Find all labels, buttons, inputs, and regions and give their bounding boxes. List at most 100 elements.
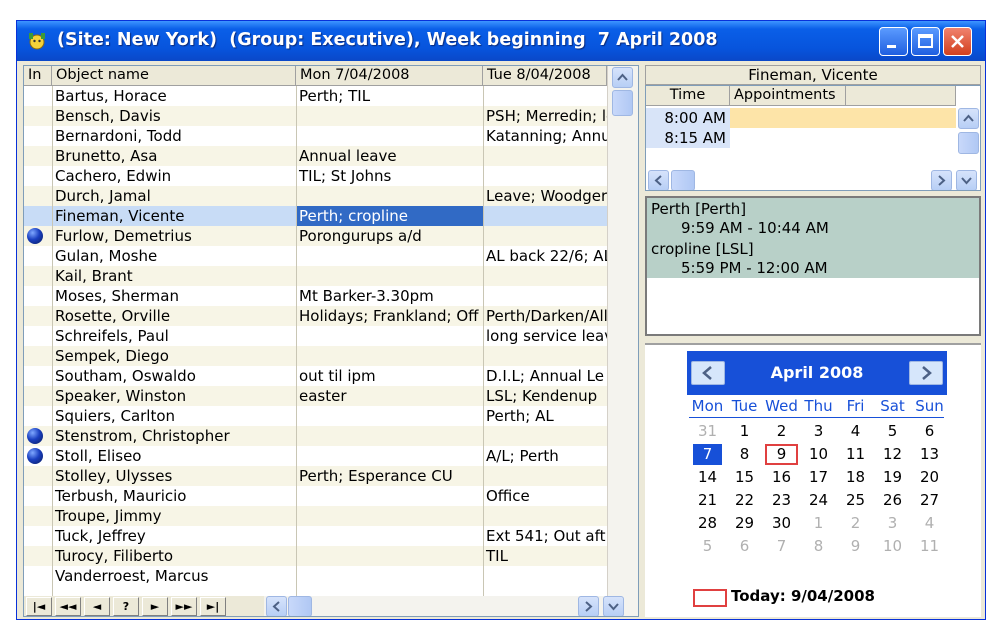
- table-row[interactable]: Cachero, Edwin TIL; St Johns: [24, 166, 607, 186]
- calendar-day[interactable]: 3: [874, 513, 911, 534]
- table-row[interactable]: Stenstrom, Christopher: [24, 426, 607, 446]
- calendar-day[interactable]: 25: [837, 490, 874, 511]
- next-page-button[interactable]: ►►: [171, 597, 197, 616]
- calendar-day[interactable]: 4: [911, 513, 948, 534]
- monday-cell[interactable]: [296, 426, 483, 446]
- column-header-time[interactable]: Time: [646, 86, 730, 106]
- calendar-day[interactable]: 9: [763, 444, 800, 465]
- calendar-day[interactable]: 16: [763, 467, 800, 488]
- in-status-cell[interactable]: [24, 266, 52, 286]
- table-row[interactable]: Bernardoni, Todd Katanning; Annu: [24, 126, 607, 146]
- tuesday-cell[interactable]: [483, 166, 607, 186]
- object-name-cell[interactable]: Tuck, Jeffrey: [52, 526, 296, 546]
- table-row[interactable]: Bartus, Horace Perth; TIL: [24, 86, 607, 106]
- in-status-cell[interactable]: [24, 446, 52, 466]
- calendar-day[interactable]: 9: [837, 536, 874, 557]
- in-status-cell[interactable]: [24, 86, 52, 106]
- object-name-cell[interactable]: Gulan, Moshe: [52, 246, 296, 266]
- table-row[interactable]: Rosette, Orville Holidays; Frankland; Off…: [24, 306, 607, 326]
- in-status-cell[interactable]: [24, 426, 52, 446]
- column-header-monday[interactable]: Mon 7/04/2008: [296, 66, 483, 86]
- schedule-scroll-right-button[interactable]: [931, 170, 952, 190]
- schedule-scroll-down-button[interactable]: [956, 170, 977, 190]
- calendar-day[interactable]: 15: [726, 467, 763, 488]
- in-status-cell[interactable]: [24, 226, 52, 246]
- table-row[interactable]: Stoll, Eliseo A/L; Perth: [24, 446, 607, 466]
- table-row[interactable]: Turocy, Filiberto TIL: [24, 546, 607, 566]
- tuesday-cell[interactable]: TIL: [483, 546, 607, 566]
- calendar-day[interactable]: 8: [726, 444, 763, 465]
- scroll-up-button[interactable]: [612, 67, 633, 88]
- table-row[interactable]: Bensch, Davis PSH; Merredin; le: [24, 106, 607, 126]
- object-name-cell[interactable]: Bernardoni, Todd: [52, 126, 296, 146]
- column-header-in[interactable]: In: [24, 66, 52, 86]
- table-row[interactable]: Schreifels, Paul long service leav: [24, 326, 607, 346]
- calendar-day[interactable]: 1: [800, 513, 837, 534]
- table-row[interactable]: Stolley, Ulysses Perth; Esperance CU: [24, 466, 607, 486]
- table-row[interactable]: Fineman, Vicente Perth; cropline: [24, 206, 607, 226]
- monday-cell[interactable]: Porongurups a/d: [296, 226, 483, 246]
- monday-cell[interactable]: [296, 346, 483, 366]
- in-status-cell[interactable]: [24, 326, 52, 346]
- monday-cell[interactable]: out til ipm: [296, 366, 483, 386]
- calendar-day[interactable]: 21: [689, 490, 726, 511]
- calendar-day[interactable]: 7: [689, 444, 726, 465]
- in-status-cell[interactable]: [24, 286, 52, 306]
- scroll-down-button[interactable]: [603, 596, 624, 616]
- tuesday-cell[interactable]: [483, 146, 607, 166]
- calendar-day[interactable]: 12: [874, 444, 911, 465]
- tuesday-cell[interactable]: [483, 506, 607, 526]
- tuesday-cell[interactable]: LSL; Kendenup: [483, 386, 607, 406]
- monday-cell[interactable]: Perth; Esperance CU: [296, 466, 483, 486]
- calendar-day[interactable]: 2: [837, 513, 874, 534]
- calendar-day[interactable]: 27: [911, 490, 948, 511]
- calendar-day[interactable]: 23: [763, 490, 800, 511]
- tuesday-cell[interactable]: PSH; Merredin; le: [483, 106, 607, 126]
- object-name-cell[interactable]: Rosette, Orville: [52, 306, 296, 326]
- calendar-day[interactable]: 5: [689, 536, 726, 557]
- scroll-right-button[interactable]: [578, 596, 599, 616]
- schedule-scroll-thumb[interactable]: [958, 132, 979, 154]
- appointment-item[interactable]: cropline [LSL] 5:59 PM - 12:00 AM: [647, 238, 979, 278]
- object-name-cell[interactable]: Terbush, Mauricio: [52, 486, 296, 506]
- tuesday-cell[interactable]: [483, 466, 607, 486]
- calendar-day[interactable]: 17: [800, 467, 837, 488]
- in-status-cell[interactable]: [24, 366, 52, 386]
- previous-page-button[interactable]: ◄◄: [55, 597, 81, 616]
- object-name-cell[interactable]: Bensch, Davis: [52, 106, 296, 126]
- object-name-cell[interactable]: Fineman, Vicente: [52, 206, 296, 226]
- schedule-scroll-up-button[interactable]: [958, 108, 979, 129]
- calendar-day[interactable]: 29: [726, 513, 763, 534]
- schedule-scroll-left-button[interactable]: [648, 170, 669, 190]
- close-button[interactable]: [943, 27, 972, 56]
- object-name-cell[interactable]: Southam, Oswaldo: [52, 366, 296, 386]
- monday-cell[interactable]: [296, 106, 483, 126]
- in-status-cell[interactable]: [24, 166, 52, 186]
- in-status-cell[interactable]: [24, 566, 52, 586]
- object-name-cell[interactable]: Troupe, Jimmy: [52, 506, 296, 526]
- object-name-cell[interactable]: Turocy, Filiberto: [52, 546, 296, 566]
- calendar-day[interactable]: 4: [837, 421, 874, 442]
- tuesday-cell[interactable]: D.I.L; Annual Le: [483, 366, 607, 386]
- title-bar[interactable]: (Site: New York) (Group: Executive), Wee…: [17, 21, 985, 61]
- calendar-day[interactable]: 24: [800, 490, 837, 511]
- calendar-day[interactable]: 18: [837, 467, 874, 488]
- calendar-day[interactable]: 10: [800, 444, 837, 465]
- monday-cell[interactable]: [296, 326, 483, 346]
- monday-cell[interactable]: Holidays; Frankland; Off: [296, 306, 483, 326]
- object-name-cell[interactable]: Brunetto, Asa: [52, 146, 296, 166]
- monday-cell[interactable]: Perth; TIL: [296, 86, 483, 106]
- monday-cell[interactable]: [296, 406, 483, 426]
- tuesday-cell[interactable]: [483, 286, 607, 306]
- tuesday-cell[interactable]: [483, 426, 607, 446]
- tuesday-cell[interactable]: [483, 206, 607, 226]
- calendar-day[interactable]: 30: [763, 513, 800, 534]
- table-row[interactable]: Brunetto, Asa Annual leave: [24, 146, 607, 166]
- in-status-cell[interactable]: [24, 466, 52, 486]
- in-status-cell[interactable]: [24, 186, 52, 206]
- calendar-day[interactable]: 6: [726, 536, 763, 557]
- appointment-slot[interactable]: [730, 128, 956, 148]
- table-row[interactable]: Furlow, Demetrius Porongurups a/d: [24, 226, 607, 246]
- calendar-day[interactable]: 22: [726, 490, 763, 511]
- monday-cell[interactable]: [296, 546, 483, 566]
